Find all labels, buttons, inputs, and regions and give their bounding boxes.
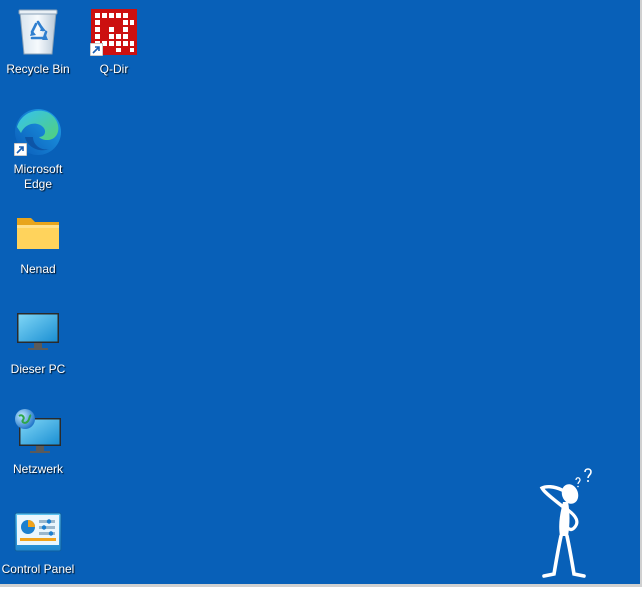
- control-panel-icon: [12, 506, 64, 558]
- desktop-icon-label: Q-Dir: [99, 62, 129, 76]
- q-dir-icon: [88, 6, 140, 58]
- shortcut-arrow-icon: [90, 43, 103, 56]
- desktop-icon-label: Recycle Bin: [6, 62, 70, 76]
- desktop-icon-microsoft-edge[interactable]: Microsoft Edge: [0, 106, 76, 192]
- recycle-bin-icon: [12, 6, 64, 58]
- edge-icon: [12, 106, 64, 158]
- monitor-icon: [12, 306, 64, 358]
- desktop-icon-control-panel[interactable]: Control Panel: [0, 506, 76, 577]
- desktop-icon-dieser-pc[interactable]: Dieser PC: [0, 306, 76, 377]
- network-icon: [12, 406, 64, 458]
- desktop-icon-label: Nenad: [20, 262, 56, 276]
- shortcut-arrow-icon: [14, 143, 27, 156]
- desktop-icon-nenad[interactable]: Nenad: [0, 206, 76, 277]
- thinking-stickman-icon: [539, 468, 592, 578]
- desktop-icon-label: Control Panel: [1, 562, 75, 576]
- desktop-icon-label: Microsoft Edge: [13, 162, 63, 191]
- desktop-icon-recycle-bin[interactable]: Recycle Bin: [0, 6, 76, 77]
- desktop-icon-q-dir[interactable]: Q-Dir: [76, 6, 152, 77]
- desktop-icon-label: Dieser PC: [10, 362, 66, 376]
- folder-icon: [12, 206, 64, 258]
- desktop[interactable]: Recycle Bin Q-Dir Microsoft Edge Nenad D…: [0, 0, 642, 587]
- desktop-icon-label: Netzwerk: [12, 462, 63, 476]
- desktop-icon-netzwerk[interactable]: Netzwerk: [0, 406, 76, 477]
